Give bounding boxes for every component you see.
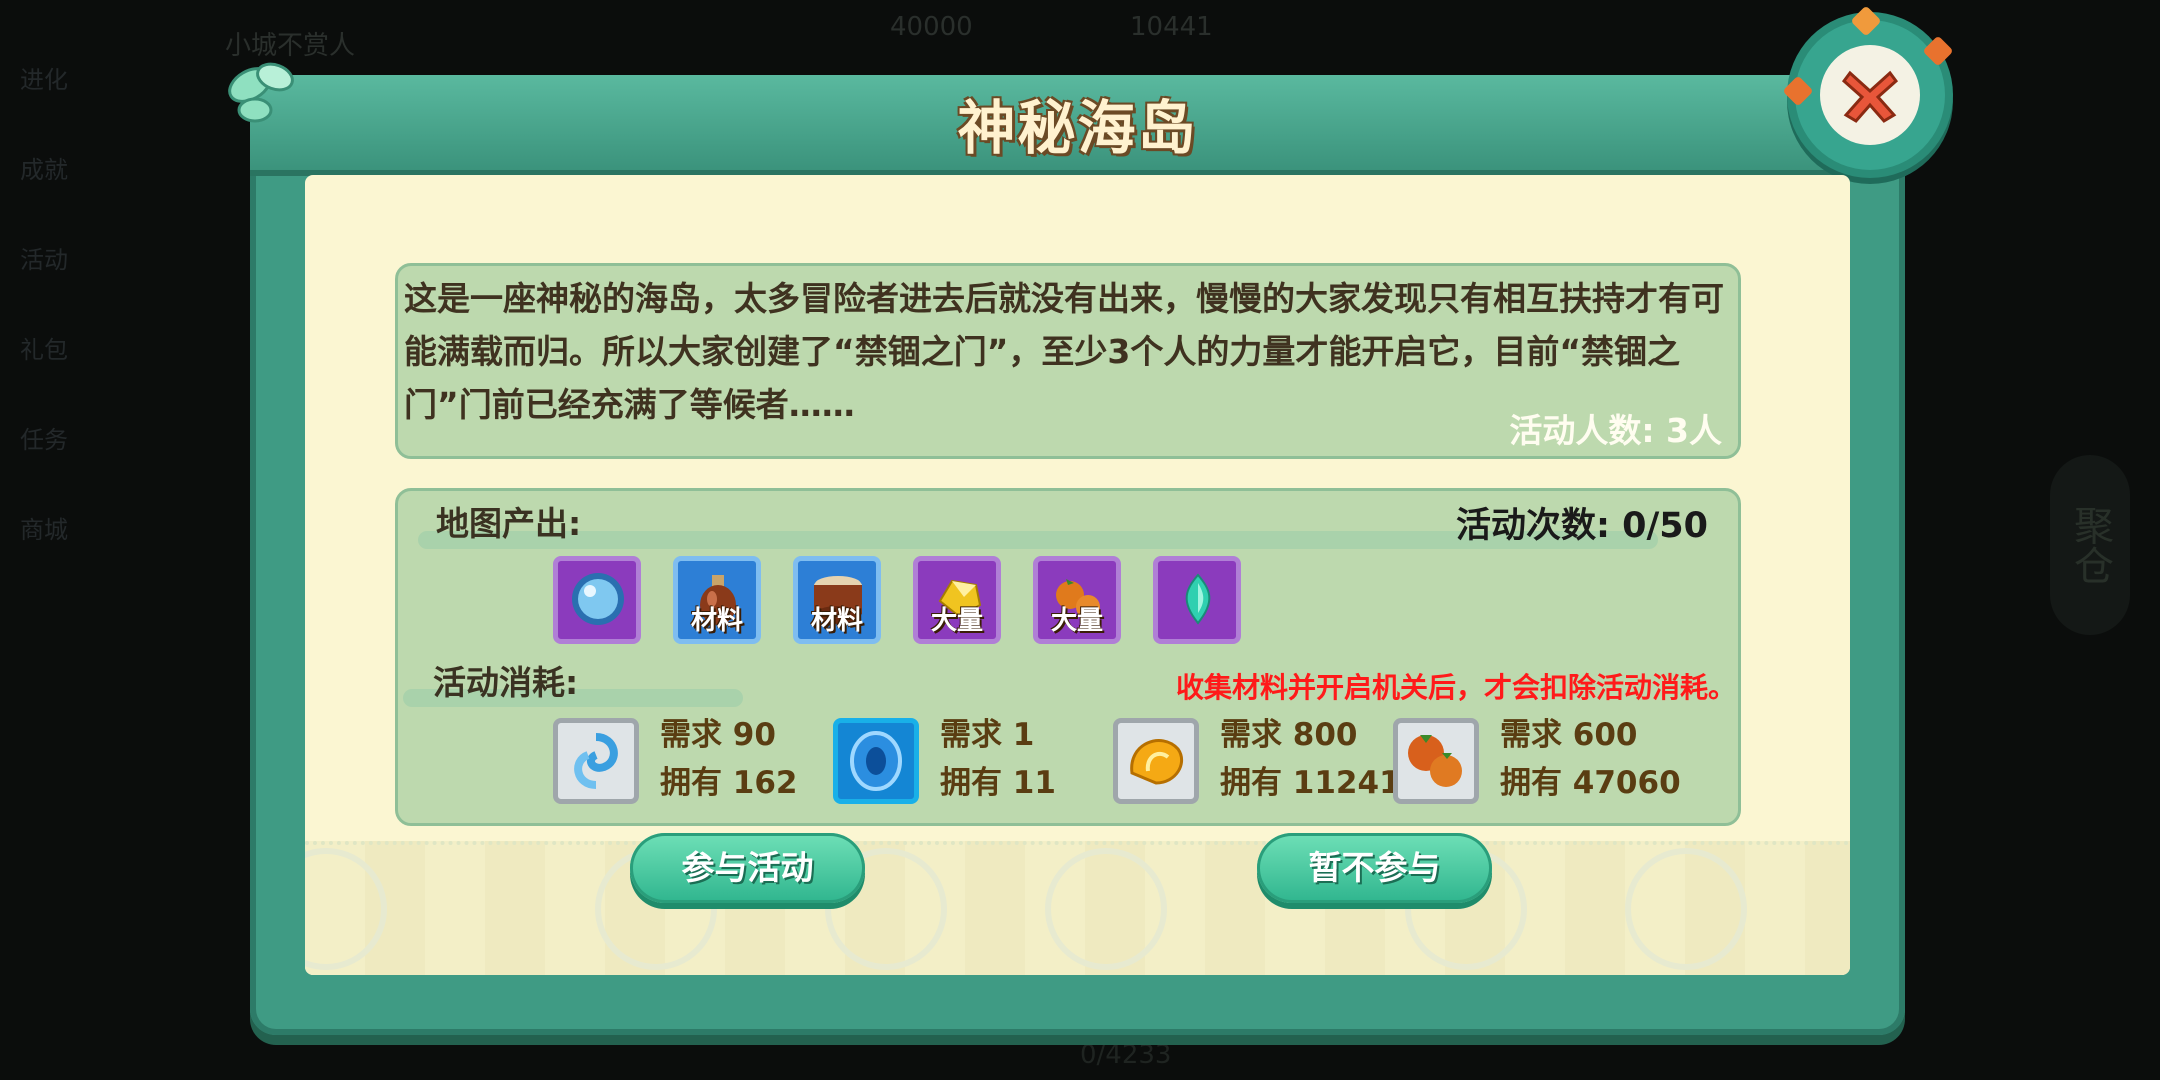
bg-side-label: 聚仓 [2050,455,2130,635]
cost-label: 活动消耗: [433,663,579,702]
item-tag: 大量 [1050,606,1103,636]
cost-have: 拥有 11241 [1220,765,1401,801]
output-item[interactable]: 材料 [673,556,761,644]
cost-need: 需求 1 [940,717,1035,753]
bg-menu-item: 成就 [20,156,68,184]
strawberry-icon[interactable] [1393,718,1479,804]
background-menu: 进化 成就 活动 礼包 任务 商城 [20,60,100,600]
join-activity-button[interactable]: 参与活动 [630,833,865,903]
bg-menu-item: 商城 [20,516,68,544]
activity-count: 活动次数: 0/50 [1455,506,1708,546]
bg-menu-item: 任务 [20,426,68,454]
output-item[interactable] [1153,556,1241,644]
decline-button[interactable]: 暂不参与 [1257,833,1492,903]
cost-have: 拥有 11 [940,765,1056,801]
blue-orb-icon [572,573,624,625]
info-box: 地图产出: 活动次数: 0/50 材料 材料 大量 大量 活动消耗: 收集材料并… [395,488,1741,826]
bg-currency-1: 40000 [890,12,973,42]
close-icon [1820,45,1920,145]
bg-menu-item: 礼包 [20,336,68,364]
swirl-icon[interactable] [553,718,639,804]
cost-warning: 收集材料并开启机关后，才会扣除活动消耗。 [1175,671,1736,704]
output-item[interactable]: 大量 [1033,556,1121,644]
teal-crystal-icon [1185,573,1211,625]
item-tag: 大量 [930,606,983,636]
close-button[interactable] [1782,5,1954,170]
item-tag: 材料 [690,606,743,636]
description-box: 这是一座神秘的海岛，太多冒险者进去后就没有出来，慢慢的大家发现只有相互扶持才有可… [395,263,1741,459]
output-item[interactable]: 大量 [913,556,1001,644]
blue-stone-icon[interactable] [833,718,919,804]
item-tag: 材料 [810,606,863,636]
shell-coin-icon[interactable] [1113,718,1199,804]
output-item[interactable]: 材料 [793,556,881,644]
bg-currency-2: 10441 [1130,12,1213,42]
island-dialog: 神秘海岛 这是一座神秘的海岛，太多冒险者进去后就没有出来，慢慢的大家发现只有相互… [228,5,1954,1035]
map-output-label: 地图产出: [436,504,582,543]
output-item[interactable] [553,556,641,644]
cost-need: 需求 800 [1220,717,1358,753]
dialog-title: 神秘海岛 [957,94,1198,162]
bg-menu-item: 活动 [20,246,68,274]
bg-menu-item: 进化 [20,66,68,94]
panel-decoration [305,841,1850,975]
bg-bottom-text: 0/4233 [1080,1040,1172,1070]
cost-have: 拥有 162 [660,765,798,801]
cost-have: 拥有 47060 [1500,765,1681,801]
cost-need: 需求 600 [1500,717,1638,753]
cost-need: 需求 90 [660,717,776,753]
content-panel: 这是一座神秘的海岛，太多冒险者进去后就没有出来，慢慢的大家发现只有相互扶持才有可… [305,175,1850,975]
participant-count: 活动人数: 3人 [1509,411,1722,450]
